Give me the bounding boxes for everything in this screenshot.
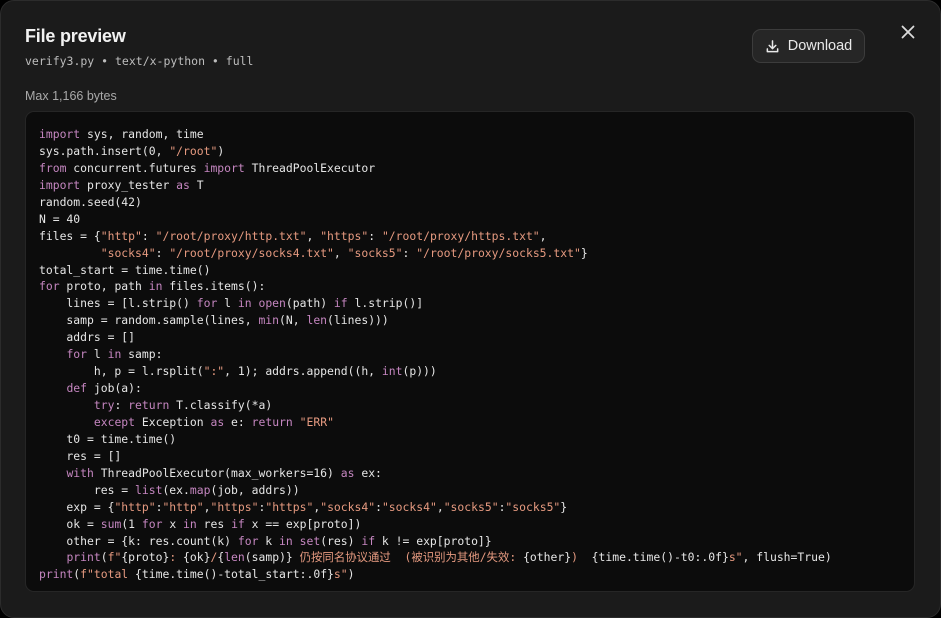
code-line: other = {k: res.count(k) for k in set(re… (39, 533, 492, 548)
code-line: for proto, path in files.items(): (39, 279, 266, 294)
code-line: def job(a): (66, 381, 142, 396)
code-line: addrs = [] (39, 330, 136, 345)
download-label: Download (787, 38, 853, 54)
code-preview[interactable]: import sys, random, time sys.path.insert(… (25, 111, 915, 592)
code-line: lines = [l.strip() for l in open(path) i… (39, 296, 424, 311)
code-line: N = 40 (39, 211, 81, 226)
code-line: files = {"http": "/root/proxy/http.txt",… (39, 228, 547, 243)
code-line: print(f"{proto}: {ok}/{len(samp)} 仍按同名协议… (66, 550, 832, 565)
code-line: sys.path.insert(0, "/root") (39, 143, 225, 158)
code-line: total_start = time.time() (39, 262, 211, 277)
code-line: exp = {"http":"http","https":"https","so… (39, 499, 568, 514)
code-line: random.seed(42) (39, 194, 142, 209)
close-button[interactable] (897, 23, 919, 45)
code-line: "socks4": "/root/proxy/socks4.txt", "soc… (100, 245, 588, 260)
max-bytes-label: Max 1,166 bytes (25, 89, 117, 103)
code-line: import sys, random, time (39, 127, 204, 141)
file-meta: verify3.py • text/x-python • full (25, 54, 254, 68)
code-line: for l in samp: (66, 347, 163, 362)
code-line: ok = sum(1 for x in res if x == exp[prot… (39, 516, 362, 531)
code-line: import proxy_tester as T (39, 177, 204, 192)
code-line: except Exception as e: return "ERR" (93, 414, 334, 429)
code-line: samp = random.sample(lines, min(N, len(l… (39, 313, 389, 328)
code-block: import sys, random, time sys.path.insert(… (39, 126, 832, 583)
download-icon (765, 39, 780, 54)
code-line: h, p = l.rsplit(":", 1); addrs.append((h… (39, 364, 437, 379)
page-title: File preview (25, 26, 126, 46)
download-button[interactable]: Download (752, 29, 865, 63)
code-line: print(f"total {time.time()-total_start:.… (39, 567, 355, 582)
close-icon (901, 25, 915, 44)
code-line: from concurrent.futures import ThreadPoo… (39, 160, 376, 175)
code-line: res = [] (39, 448, 122, 463)
code-line: res = list(ex.map(job, addrs)) (39, 482, 300, 497)
file-preview-modal: File preview verify3.py • text/x-python … (0, 0, 941, 618)
code-line: with ThreadPoolExecutor(max_workers=16) … (66, 465, 382, 480)
code-line: t0 = time.time() (39, 431, 177, 446)
code-line: try: return T.classify(*a) (93, 398, 273, 412)
